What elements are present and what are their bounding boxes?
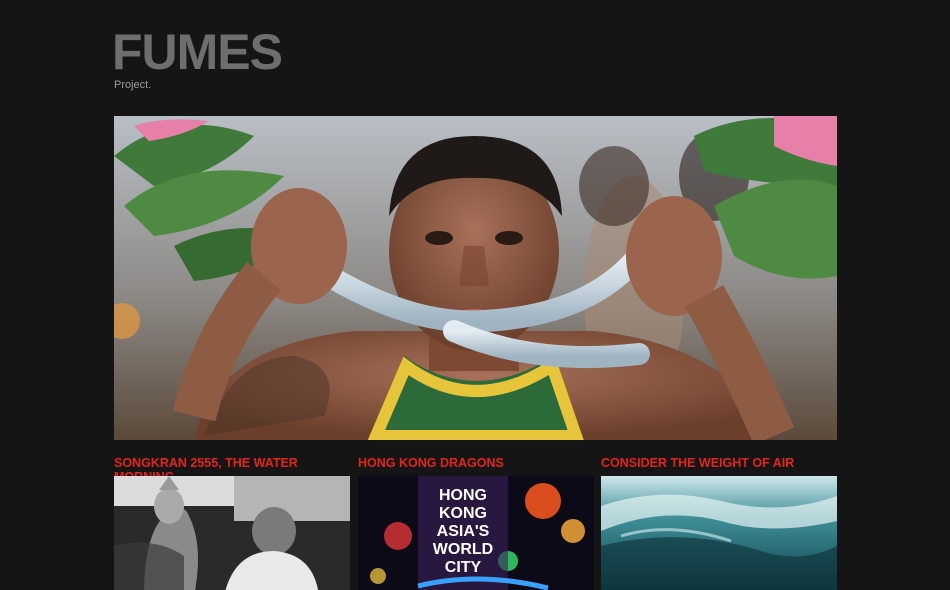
- monk-statue-photo: [114, 476, 350, 590]
- hero-image[interactable]: [114, 116, 837, 440]
- ocean-wave-photo: [601, 476, 837, 590]
- site-logo[interactable]: FUMES: [112, 25, 283, 79]
- neon-sign-text: KONG: [439, 505, 487, 522]
- neon-sign-text: HONG: [439, 487, 487, 504]
- post-thumbnail-songkran[interactable]: [114, 476, 350, 590]
- page: FUMES Project. SONGKRAN 2555, THE WATER …: [0, 0, 950, 590]
- post-thumbnail-hong-kong[interactable]: HONG KONG ASIA'S WORLD CITY: [358, 476, 594, 590]
- neon-sign-text: WORLD: [433, 541, 493, 558]
- neon-sign-text: CITY: [445, 559, 482, 576]
- hong-kong-neon-photo: HONG KONG ASIA'S WORLD CITY: [358, 476, 594, 590]
- neon-sign-text: ASIA'S: [437, 523, 490, 540]
- hero-photo-illustration: [114, 116, 837, 440]
- site-tagline: Project.: [114, 79, 152, 91]
- post-thumbnail-ocean[interactable]: [601, 476, 837, 590]
